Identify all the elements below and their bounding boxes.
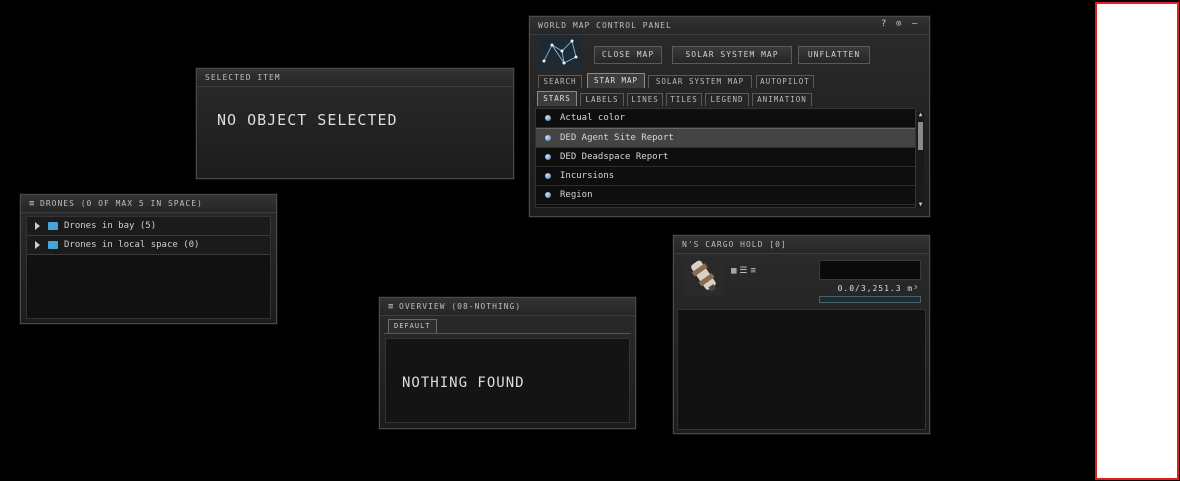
list-item-label: Region [560,190,593,200]
cargo-capacity: 0.0/3,251.3 m³ [837,284,919,293]
window-title[interactable]: SELECTED ITEM [197,69,513,87]
scrollbar-thumb[interactable] [918,122,923,150]
tab-search[interactable]: SEARCH [538,75,582,88]
cargo-contents [677,309,926,430]
list-scrollbar[interactable]: ▲ ▼ [917,112,924,208]
list-item-incursions[interactable]: Incursions [536,167,915,186]
minimize-button[interactable]: – [912,19,917,29]
row-label: Drones in local space (0) [64,240,200,250]
subtab-animation[interactable]: ANIMATION [752,93,812,106]
subtab-lines[interactable]: LINES [627,93,663,106]
radio-button[interactable] [545,134,551,141]
list-item-label: DED Agent Site Report [560,133,674,143]
tab-default[interactable]: DEFAULT [388,319,437,333]
window-title[interactable]: N'S CARGO HOLD [0] [674,236,929,254]
radio-button[interactable] [545,191,551,198]
capacity-bar [819,296,921,303]
list-item-region[interactable]: Region [536,186,915,205]
expand-arrow-icon[interactable] [35,221,40,230]
details-view-icon[interactable]: ≡ [751,266,759,276]
star-color-options-list: Actual color DED Agent Site Report DED D… [535,108,916,208]
list-view-icon[interactable]: ☰ [739,266,750,276]
tab-autopilot[interactable]: AUTOPILOT [756,75,814,88]
window-title-bar[interactable]: ≡ OVERVIEW (08-NOTHING) [380,298,635,316]
world-map-control-panel: WORLD MAP CONTROL PANEL ? ⊙ – CLOSE MAP … [529,16,930,217]
drones-list: Drones in bay (5) Drones in local space … [26,216,271,319]
scroll-up-arrow-icon[interactable]: ▲ [917,112,924,118]
list-item-ded-deadspace-report[interactable]: DED Deadspace Report [536,148,915,167]
scroll-down-arrow-icon[interactable]: ▼ [917,202,924,208]
help-button[interactable]: ? [881,19,886,29]
tab-divider [384,333,631,334]
list-item-label: Incursions [560,171,615,181]
overview-window: ≡ OVERVIEW (08-NOTHING) DEFAULT NOTHING F… [379,297,636,429]
list-item-label: Actual color [560,113,626,123]
window-title[interactable]: WORLD MAP CONTROL PANEL [530,17,929,35]
menu-icon[interactable]: ≡ [388,299,396,315]
drones-in-bay-row[interactable]: Drones in bay (5) [27,217,270,236]
nothing-found-message: NOTHING FOUND [402,375,525,391]
expand-arrow-icon[interactable] [35,240,40,249]
list-item-label: DED Deadspace Report [560,152,669,162]
window-title-bar[interactable]: ≡ DRONES (0 OF MAX 5 IN SPACE) [21,195,276,213]
cargo-hold-window: N'S CARGO HOLD [0] ▦☰≡ 0.0/3,251.3 m³ [673,235,930,434]
radio-button[interactable] [545,172,551,179]
radio-button[interactable] [545,114,551,121]
subtab-stars[interactable]: STARS [537,91,577,106]
folder-icon [48,240,58,249]
window-title: OVERVIEW (08-NOTHING) [399,302,522,311]
subtab-tiles[interactable]: TILES [666,93,702,106]
ship-icon [684,256,724,296]
close-map-button[interactable]: CLOSE MAP [594,46,662,64]
settings-icon[interactable]: ⊙ [896,19,901,29]
star-map-logo-icon [538,35,582,69]
unflatten-button[interactable]: UNFLATTEN [798,46,870,64]
view-mode-icons: ▦☰≡ [731,266,759,276]
window-title: DRONES (0 OF MAX 5 IN SPACE) [40,199,203,208]
menu-icon[interactable]: ≡ [29,196,37,212]
subtab-legend[interactable]: LEGEND [705,93,749,106]
subtab-labels[interactable]: LABELS [580,93,624,106]
selected-item-window: SELECTED ITEM NO OBJECT SELECTED [196,68,514,179]
list-item-actual-color[interactable]: Actual color [536,109,915,128]
row-label: Drones in bay (5) [64,221,157,231]
drones-in-local-space-row[interactable]: Drones in local space (0) [27,236,270,255]
radio-button[interactable] [545,153,551,160]
solar-system-map-button[interactable]: SOLAR SYSTEM MAP [672,46,792,64]
no-selection-message: NO OBJECT SELECTED [217,111,398,129]
tab-star-map[interactable]: STAR MAP [587,73,645,88]
overview-list: NOTHING FOUND [385,338,630,423]
tab-solar-system-map[interactable]: SOLAR SYSTEM MAP [648,75,752,88]
drones-window: ≡ DRONES (0 OF MAX 5 IN SPACE) Drones in … [20,194,277,324]
cargo-filter-field[interactable] [819,260,921,280]
highlighted-blank-panel [1095,2,1179,480]
folder-icon [48,221,58,230]
list-item-ded-agent-site-report[interactable]: DED Agent Site Report [536,128,915,148]
